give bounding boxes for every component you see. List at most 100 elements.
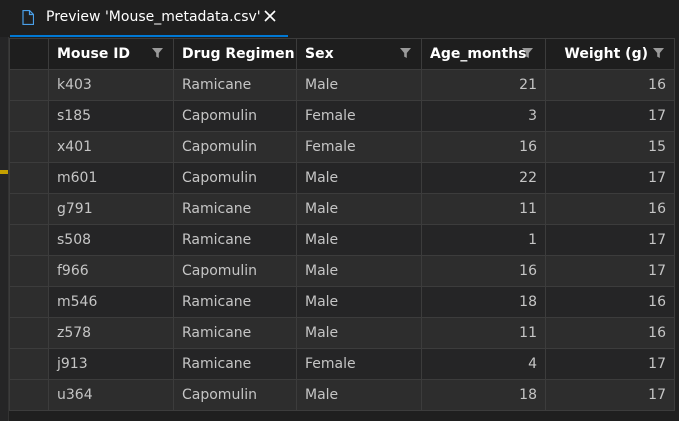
table-cell[interactable]: 16 [545,317,675,349]
table-cell[interactable]: 17 [545,255,675,287]
table-cell[interactable]: 21 [421,69,546,101]
table-cell[interactable]: j913 [48,348,174,380]
filter-icon[interactable] [400,48,411,59]
row-header-cell[interactable] [9,255,49,287]
table-cell[interactable]: 3 [421,100,546,132]
table-cell[interactable]: Ramicane [173,348,297,380]
column-header-age-months[interactable]: Age_months [421,38,546,70]
table-cell[interactable]: 17 [545,224,675,256]
table-cell[interactable]: m546 [48,286,174,318]
table-cell[interactable]: s185 [48,100,174,132]
table-row[interactable]: s185 Capomulin Female 3 17 [9,100,675,132]
table-cell[interactable]: Capomulin [173,131,297,163]
table-cell[interactable]: 17 [545,162,675,194]
row-header-cell[interactable] [9,317,49,349]
table-cell[interactable]: k403 [48,69,174,101]
table-cell[interactable]: s508 [48,224,174,256]
table-row[interactable]: m601 Capomulin Male 22 17 [9,162,675,194]
column-header-label: Mouse ID [57,46,131,62]
table-cell[interactable]: Ramicane [173,224,297,256]
table-cell[interactable]: 17 [545,100,675,132]
table-cell[interactable]: g791 [48,193,174,225]
table-cell[interactable]: Ramicane [173,193,297,225]
table-cell[interactable]: 16 [545,286,675,318]
data-grid: Mouse ID Drug Regimen Sex Age_months Wei… [9,38,679,421]
table-row[interactable]: g791 Ramicane Male 11 16 [9,193,675,225]
table-row[interactable]: j913 Ramicane Female 4 17 [9,348,675,380]
table-row[interactable]: f966 Capomulin Male 16 17 [9,255,675,287]
row-header-cell[interactable] [9,131,49,163]
table-cell[interactable]: u364 [48,379,174,411]
table-cell[interactable]: 16 [545,193,675,225]
column-header-drug-regimen[interactable]: Drug Regimen [173,38,297,70]
csv-table: Mouse ID Drug Regimen Sex Age_months Wei… [9,38,675,411]
column-header-label: Weight (g) [564,46,648,62]
table-cell[interactable]: Capomulin [173,100,297,132]
column-header-label: Drug Regimen [182,46,295,62]
table-cell[interactable]: Male [296,317,422,349]
table-cell[interactable]: Capomulin [173,255,297,287]
row-header-cell[interactable] [9,162,49,194]
row-header-cell[interactable] [9,100,49,132]
file-icon [22,10,34,25]
table-cell[interactable]: 11 [421,193,546,225]
table-cell[interactable]: Ramicane [173,286,297,318]
table-cell[interactable]: 18 [421,286,546,318]
column-header-sex[interactable]: Sex [296,38,422,70]
table-row[interactable]: m546 Ramicane Male 18 16 [9,286,675,318]
row-header-cell[interactable] [9,69,49,101]
table-body: k403 Ramicane Male 21 16 s185 Capomulin Female 3… [9,69,675,411]
editor-tab-bar: Preview 'Mouse_metadata.csv' [0,0,679,37]
table-cell[interactable]: 1 [421,224,546,256]
table-cell[interactable]: Capomulin [173,162,297,194]
table-cell[interactable]: Male [296,379,422,411]
filter-icon[interactable] [152,48,163,59]
table-cell[interactable]: Female [296,100,422,132]
row-header-cell[interactable] [9,193,49,225]
row-header-cell[interactable] [9,286,49,318]
close-icon[interactable] [262,8,278,24]
table-row[interactable]: k403 Ramicane Male 21 16 [9,69,675,101]
table-cell[interactable]: 16 [421,131,546,163]
left-gutter [0,37,9,421]
table-row[interactable]: x401 Capomulin Female 16 15 [9,131,675,163]
column-header-label: Age_months [430,46,527,62]
preview-tab[interactable]: Preview 'Mouse_metadata.csv' [10,0,288,36]
table-cell[interactable]: 16 [545,69,675,101]
table-cell[interactable]: 17 [545,348,675,380]
table-cell[interactable]: Male [296,255,422,287]
table-cell[interactable]: Ramicane [173,317,297,349]
table-cell[interactable]: Male [296,286,422,318]
row-header-cell[interactable] [9,224,49,256]
table-cell[interactable]: Male [296,224,422,256]
table-cell[interactable]: m601 [48,162,174,194]
table-row[interactable]: s508 Ramicane Male 1 17 [9,224,675,256]
table-cell[interactable]: Female [296,131,422,163]
table-cell[interactable]: 22 [421,162,546,194]
filter-icon[interactable] [653,48,664,59]
table-cell[interactable]: 4 [421,348,546,380]
row-header-cell[interactable] [9,379,49,411]
table-cell[interactable]: Female [296,348,422,380]
table-cell[interactable]: 18 [421,379,546,411]
table-cell[interactable]: Capomulin [173,379,297,411]
table-cell[interactable]: 17 [545,379,675,411]
table-cell[interactable]: Male [296,69,422,101]
row-number-header [9,38,49,70]
table-cell[interactable]: Male [296,193,422,225]
table-cell[interactable]: 16 [421,255,546,287]
table-cell[interactable]: Ramicane [173,69,297,101]
table-cell[interactable]: f966 [48,255,174,287]
table-cell[interactable]: 15 [545,131,675,163]
row-header-cell[interactable] [9,348,49,380]
table-row[interactable]: u364 Capomulin Male 18 17 [9,379,675,411]
table-cell[interactable]: z578 [48,317,174,349]
filter-icon[interactable] [522,48,533,59]
column-header-weight[interactable]: Weight (g) [545,38,675,70]
table-cell[interactable]: 11 [421,317,546,349]
table-cell[interactable]: x401 [48,131,174,163]
column-header-label: Sex [305,46,334,62]
column-header-mouse-id[interactable]: Mouse ID [48,38,174,70]
table-cell[interactable]: Male [296,162,422,194]
table-row[interactable]: z578 Ramicane Male 11 16 [9,317,675,349]
